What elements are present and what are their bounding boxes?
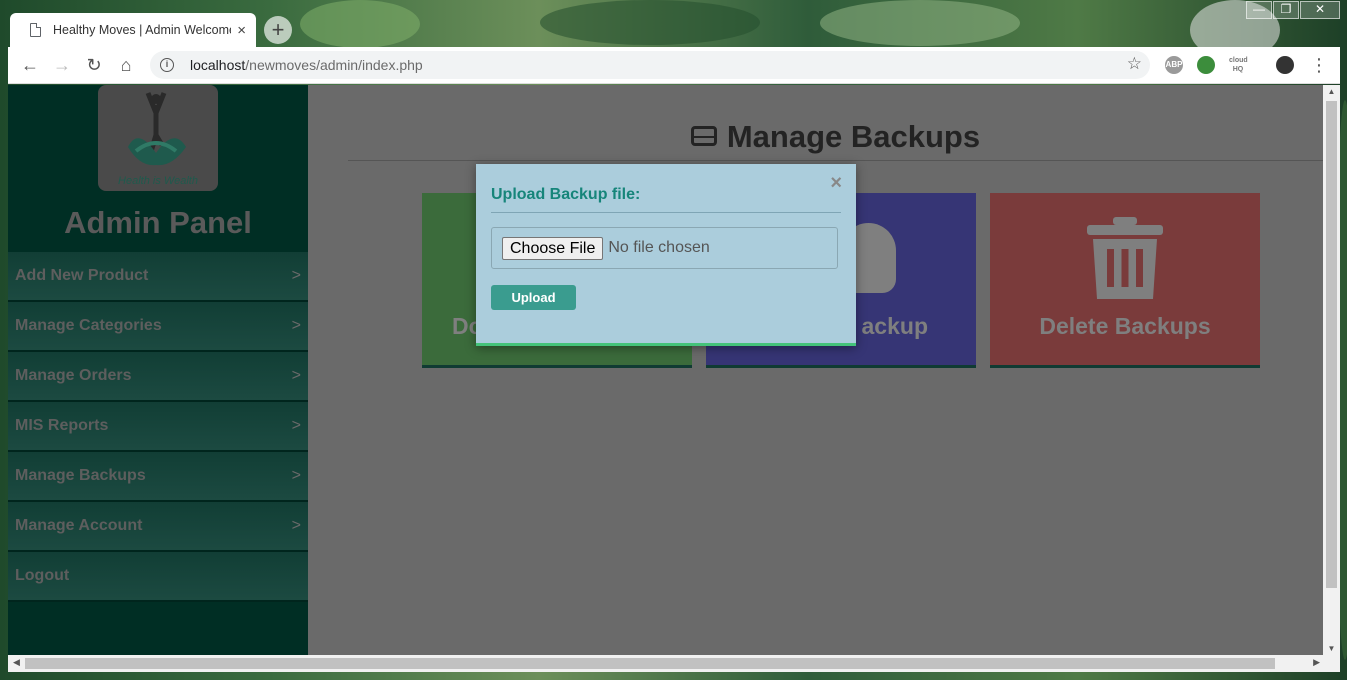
tab-close-icon[interactable]: × xyxy=(237,22,246,39)
upload-backup-dialog: × Upload Backup file: Choose File No fil… xyxy=(476,164,856,346)
vertical-scrollbar[interactable]: ▲ ▼ xyxy=(1323,85,1340,655)
profile-avatar[interactable] xyxy=(1276,56,1294,74)
globe-extension-icon[interactable] xyxy=(1197,56,1215,74)
close-icon[interactable]: × xyxy=(830,172,842,195)
upload-button[interactable]: Upload xyxy=(491,285,576,310)
page-icon xyxy=(30,23,41,37)
dialog-divider xyxy=(491,212,841,213)
scroll-right-arrow-icon[interactable]: ▶ xyxy=(1313,657,1320,668)
bookmark-star-icon[interactable]: ☆ xyxy=(1127,54,1142,74)
info-icon[interactable]: i xyxy=(160,58,174,72)
tab-title: Healthy Moves | Admin Welcome xyxy=(53,23,232,37)
dialog-title: Upload Backup file: xyxy=(491,186,641,203)
cloudhq-icon[interactable]: cloud HQ xyxy=(1229,56,1248,74)
url-text: localhost/newmoves/admin/index.php xyxy=(190,57,423,73)
home-icon[interactable]: ⌂ xyxy=(110,55,142,76)
new-tab-button[interactable]: + xyxy=(264,16,292,44)
browser-window: Healthy Moves | Admin Welcome × + — ❐ ✕ … xyxy=(8,0,1340,672)
browser-toolbar: ← → ↻ ⌂ i localhost/newmoves/admin/index… xyxy=(8,47,1340,84)
window-close-button[interactable]: ✕ xyxy=(1300,1,1340,19)
window-controls: — ❐ ✕ xyxy=(1245,1,1340,19)
address-bar[interactable]: i localhost/newmoves/admin/index.php ☆ xyxy=(150,51,1150,79)
reload-icon[interactable]: ↻ xyxy=(78,55,110,76)
adblock-icon[interactable]: ABP xyxy=(1165,56,1183,74)
back-arrow-icon[interactable]: ← xyxy=(14,55,46,76)
file-status-text: No file chosen xyxy=(608,239,710,256)
browser-menu-icon[interactable]: ⋮ xyxy=(1310,53,1328,77)
maximize-button[interactable]: ❐ xyxy=(1273,1,1299,19)
browser-tab[interactable]: Healthy Moves | Admin Welcome × xyxy=(10,13,256,47)
forward-arrow-icon[interactable]: → xyxy=(46,55,78,76)
scroll-up-arrow-icon[interactable]: ▲ xyxy=(1323,87,1340,96)
scroll-left-arrow-icon[interactable]: ◀ xyxy=(13,657,20,668)
horizontal-scroll-thumb[interactable] xyxy=(25,658,1275,669)
tab-strip: Healthy Moves | Admin Welcome × + — ❐ ✕ xyxy=(8,0,1340,47)
page-viewport: Health is Wealth Admin Panel Add New Pro… xyxy=(8,85,1340,655)
minimize-button[interactable]: — xyxy=(1246,1,1272,19)
scroll-down-arrow-icon[interactable]: ▼ xyxy=(1323,644,1340,653)
choose-file-button[interactable]: Choose File xyxy=(502,236,604,260)
vertical-scroll-thumb[interactable] xyxy=(1326,101,1337,588)
file-input[interactable]: Choose File No file chosen xyxy=(491,227,838,269)
horizontal-scrollbar[interactable]: ◀ ▶ xyxy=(8,655,1340,672)
